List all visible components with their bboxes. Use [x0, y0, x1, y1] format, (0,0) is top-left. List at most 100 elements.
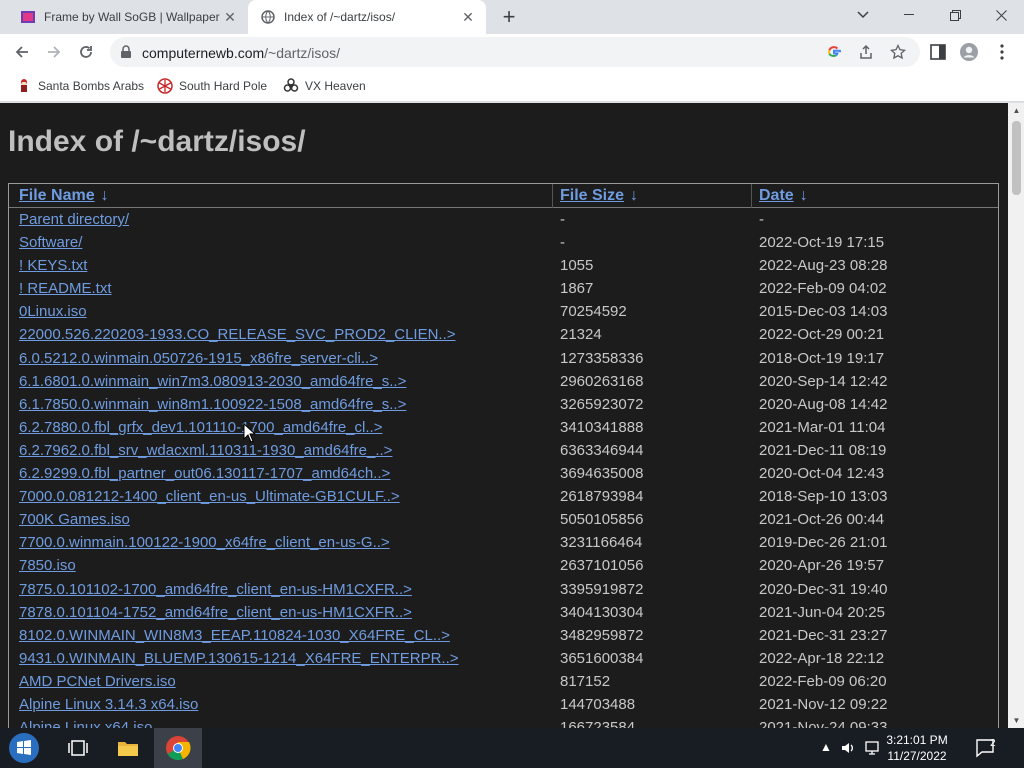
start-button[interactable] [0, 728, 48, 768]
file-date: 2022-Feb-09 06:20 [759, 672, 887, 690]
column-header-file-size[interactable]: File Size ↓ [560, 187, 638, 205]
file-name-link[interactable]: 22000.526.220203-1933.CO_RELEASE_SVC_PRO… [19, 326, 456, 343]
chrome-taskbar-button[interactable] [154, 728, 202, 768]
tab-strip: Frame by Wall SoGB | Wallpapers ✕ Index … [0, 0, 1024, 34]
file-date: 2021-Jun-04 20:25 [759, 603, 885, 621]
tab-index-isos[interactable]: Index of /~dartz/isos/ ✕ [248, 0, 486, 34]
tab-frame-wallpapers[interactable]: Frame by Wall SoGB | Wallpapers ✕ [8, 0, 248, 34]
lock-icon[interactable] [120, 45, 132, 59]
bookmark-south-hard-pole[interactable]: South Hard Pole [157, 76, 267, 96]
windows-logo-icon [9, 733, 39, 763]
address-bar[interactable]: computernewb.com/~dartz/isos/ [110, 37, 920, 67]
file-name-link[interactable]: 6.1.6801.0.winmain_win7m3.080913-2030_am… [19, 373, 406, 390]
bookmark-santa-bombs-arabs[interactable]: Santa Bombs Arabs [16, 76, 144, 96]
tab-close-icon[interactable]: ✕ [220, 7, 240, 27]
table-row: 6.2.7880.0.fbl_grfx_dev1.101110-1700_amd… [9, 416, 998, 439]
file-date: 2022-Aug-23 08:28 [759, 257, 888, 275]
browser-chrome: Frame by Wall SoGB | Wallpapers ✕ Index … [0, 0, 1024, 103]
file-name-link[interactable]: 7875.0.101102-1700_amd64fre_client_en-us… [19, 581, 412, 598]
file-size: 817152 [560, 672, 611, 690]
file-name-link[interactable]: 6.0.5212.0.winmain.050726-1915_x86fre_se… [19, 350, 378, 367]
file-date: 2021-Dec-31 23:27 [759, 626, 888, 644]
menu-dots-icon[interactable] [992, 42, 1012, 62]
file-name-link[interactable]: 6.2.9299.0.fbl_partner_out06.130117-1707… [19, 465, 390, 482]
file-name-link[interactable]: Alpine Linux 3.14.3 x64.iso [19, 696, 198, 713]
file-name-link[interactable]: 7850.iso [19, 557, 76, 574]
santa-favicon-icon [21, 79, 27, 92]
sort-arrow-icon: ↓ [630, 187, 639, 204]
tab-close-icon[interactable]: ✕ [458, 7, 478, 27]
column-divider [552, 184, 553, 208]
close-window-button[interactable] [978, 0, 1024, 30]
table-row: 8102.0.WINMAIN_WIN8M3_EEAP.110824-1030_X… [9, 624, 998, 647]
column-header-file-name[interactable]: File Name ↓ [19, 187, 109, 205]
file-name-link[interactable]: 6.2.7880.0.fbl_grfx_dev1.101110-1700_amd… [19, 419, 382, 436]
reload-icon[interactable] [74, 40, 98, 64]
file-name-link[interactable]: 6.1.7850.0.winmain_win8m1.100922-1508_am… [19, 396, 406, 413]
file-name-link[interactable]: 6.2.7962.0.fbl_srv_wdacxml.110311-1930_a… [19, 442, 392, 459]
file-explorer-button[interactable] [104, 728, 152, 768]
bookmark-label: VX Heaven [305, 79, 366, 93]
task-view-button[interactable] [54, 728, 102, 768]
tab-title: Index of /~dartz/isos/ [284, 10, 396, 24]
side-panel-icon[interactable] [928, 42, 948, 62]
column-label: Date [759, 187, 794, 204]
scroll-down-arrow-icon[interactable]: ▼ [1012, 716, 1021, 725]
share-icon[interactable] [858, 44, 874, 60]
vertical-scrollbar[interactable]: ▲ ▼ [1008, 103, 1024, 728]
file-date: 2022-Feb-09 04:02 [759, 280, 887, 298]
file-name-link[interactable]: 700K Games.iso [19, 511, 130, 528]
tray-chevron-icon[interactable]: ▲ [820, 740, 832, 754]
bookmark-star-icon[interactable] [890, 44, 906, 60]
file-size: 3482959872 [560, 626, 644, 644]
tab-title: Frame by Wall SoGB | Wallpapers [44, 10, 220, 24]
column-header-date[interactable]: Date ↓ [759, 187, 808, 205]
file-name-link[interactable]: AMD PCNet Drivers.iso [19, 673, 176, 690]
file-name-link[interactable]: 7878.0.101104-1752_amd64fre_client_en-us… [19, 604, 412, 621]
scroll-up-arrow-icon[interactable]: ▲ [1012, 106, 1021, 115]
google-icon[interactable] [826, 44, 842, 60]
new-tab-button[interactable]: + [498, 6, 520, 29]
file-name-link[interactable]: Parent directory/ [19, 211, 129, 228]
scrollbar-thumb[interactable] [1012, 121, 1021, 195]
file-size: 144703488 [560, 695, 636, 713]
file-name-link[interactable]: ! KEYS.txt [19, 257, 87, 274]
table-row: 22000.526.220203-1933.CO_RELEASE_SVC_PRO… [9, 323, 998, 346]
file-date: 2021-Dec-11 08:19 [759, 441, 887, 459]
toolbar: computernewb.com/~dartz/isos/ [0, 34, 1024, 70]
column-divider [751, 184, 752, 208]
file-date: 2015-Dec-03 14:03 [759, 303, 888, 321]
file-name-link[interactable]: 9431.0.WINMAIN_BLUEMP.130615-1214_X64FRE… [19, 650, 459, 667]
table-row: Alpine Linux x64.iso 166723584 2021-Nov-24… [9, 716, 998, 728]
table-row: AMD PCNet Drivers.iso 817152 2022-Feb-09 0… [9, 670, 998, 693]
profile-avatar-icon[interactable] [959, 42, 979, 62]
file-name-link[interactable]: 7700.0.winmain.100122-1900_x64fre_client… [19, 534, 390, 551]
restore-button[interactable] [932, 0, 978, 30]
minimize-button[interactable] [886, 0, 932, 30]
action-center-button[interactable]: 2 [962, 728, 1010, 768]
forward-arrow-icon[interactable] [42, 40, 66, 64]
page-content: Index of /~dartz/isos/ File Name ↓ File S… [0, 103, 1008, 728]
network-icon[interactable] [864, 740, 882, 756]
file-date: 2022-Apr-18 22:12 [759, 649, 885, 667]
file-name-link[interactable]: Alpine Linux x64.iso [19, 719, 152, 728]
table-row: 7875.0.101102-1700_amd64fre_client_en-us… [9, 578, 998, 601]
tab-search-chevron-icon[interactable] [840, 0, 886, 30]
file-name-link[interactable]: ! README.txt [19, 280, 112, 297]
table-row: Alpine Linux 3.14.3 x64.iso 144703488 2021… [9, 693, 998, 716]
file-name-link[interactable]: 0Linux.iso [19, 303, 87, 320]
file-size: 2618793984 [560, 488, 644, 506]
table-row: 7700.0.winmain.100122-1900_x64fre_client… [9, 531, 998, 554]
column-label: File Size [560, 187, 625, 204]
table-row: 9431.0.WINMAIN_BLUEMP.130615-1214_X64FRE… [9, 647, 998, 670]
file-name-link[interactable]: 7000.0.081212-1400_client_en-us_Ultimate… [19, 488, 400, 505]
file-name-link[interactable]: 8102.0.WINMAIN_WIN8M3_EEAP.110824-1030_X… [19, 627, 450, 644]
table-row: ! KEYS.txt 1055 2022-Aug-23 08:28 [9, 254, 998, 277]
bookmark-vx-heaven[interactable]: VX Heaven [283, 76, 366, 96]
system-clock[interactable]: 3:21:01 PM 11/27/2022 [882, 732, 952, 764]
notification-count: 2 [990, 738, 996, 749]
back-arrow-icon[interactable] [10, 40, 34, 64]
globe-favicon-icon [261, 10, 275, 24]
file-name-link[interactable]: Software/ [19, 234, 82, 251]
volume-icon[interactable] [840, 740, 856, 756]
